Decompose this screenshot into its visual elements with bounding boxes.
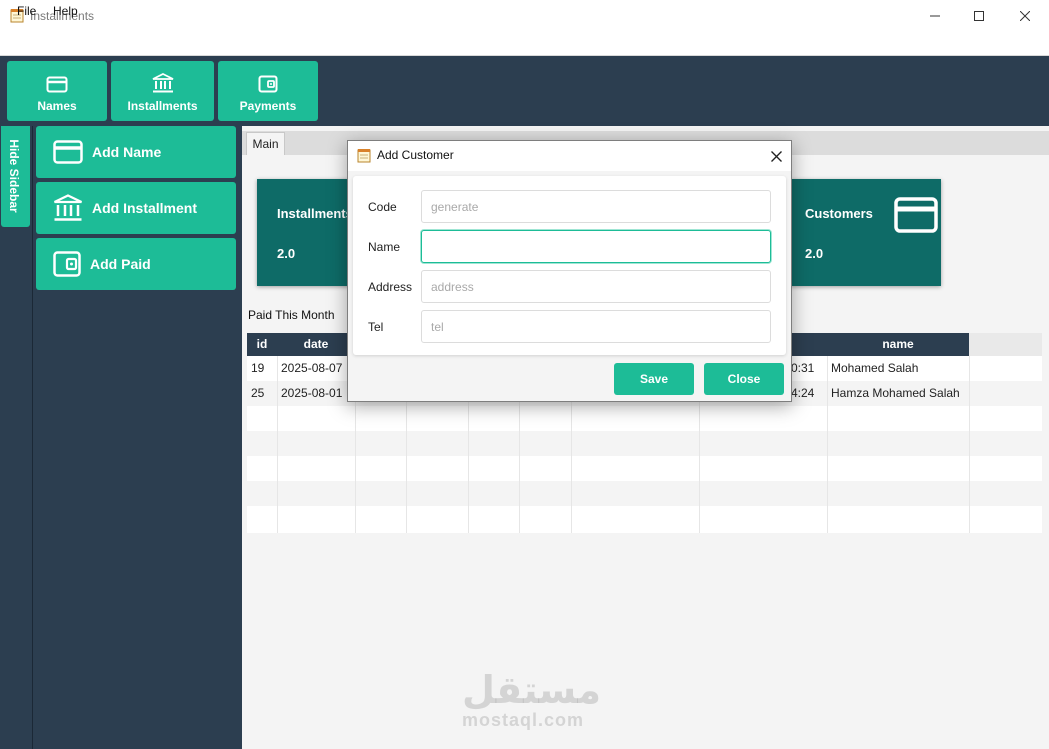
table-cell-time: 4:24 bbox=[791, 386, 815, 400]
table-row bbox=[247, 506, 1042, 531]
column-header-id[interactable]: id bbox=[247, 333, 277, 356]
section-title: Paid This Month bbox=[248, 308, 335, 322]
table-cell-date: 2025-08-07 bbox=[281, 361, 343, 375]
wallet-icon bbox=[258, 75, 278, 93]
table-cell-date: 2025-08-01 bbox=[281, 386, 343, 400]
menu-help[interactable]: Help bbox=[53, 4, 78, 18]
column-header-name[interactable]: name bbox=[827, 333, 969, 356]
nav-payments-label: Payments bbox=[239, 99, 297, 113]
nav-payments-button[interactable]: Payments bbox=[218, 61, 318, 121]
address-label: Address bbox=[368, 280, 413, 294]
window-titlebar bbox=[0, 0, 1049, 32]
table-cell-id: 19 bbox=[251, 361, 265, 375]
card-icon bbox=[53, 140, 83, 164]
wallet-icon bbox=[53, 251, 81, 277]
sidebar-item-add-installment[interactable]: Add Installment bbox=[36, 182, 236, 234]
sidebar-item-add-paid[interactable]: Add Paid bbox=[36, 238, 236, 290]
watermark-text: mostaql.com bbox=[462, 710, 585, 730]
minimize-button[interactable] bbox=[912, 0, 958, 32]
address-field[interactable] bbox=[421, 270, 771, 303]
bank-icon bbox=[152, 73, 173, 93]
table-cell-id: 25 bbox=[251, 386, 265, 400]
customers-stat-card: Customers 2.0 bbox=[790, 179, 941, 286]
card-icon bbox=[894, 197, 938, 233]
card-icon bbox=[46, 76, 68, 93]
code-field[interactable] bbox=[421, 190, 771, 223]
dialog-title: Add Customer bbox=[377, 148, 454, 162]
bank-icon bbox=[54, 194, 82, 221]
dialog-notepad-icon bbox=[357, 148, 371, 166]
name-field[interactable] bbox=[421, 230, 771, 263]
table-cell-name: Mohamed Salah bbox=[831, 361, 919, 375]
sidebar-item-label: Add Name bbox=[92, 144, 162, 160]
menu-bar bbox=[0, 32, 1049, 56]
sidebar-item-label: Add Paid bbox=[90, 256, 151, 272]
card-title: Customers bbox=[805, 206, 873, 221]
column-divider bbox=[969, 356, 970, 533]
card-title: Installments bbox=[277, 206, 352, 221]
nav-names-label: Names bbox=[37, 99, 77, 113]
sidebar-item-label: Add Installment bbox=[92, 200, 198, 216]
minimize-icon bbox=[930, 15, 940, 17]
nav-installments-label: Installments bbox=[127, 99, 198, 113]
tel-label: Tel bbox=[368, 320, 384, 334]
code-label: Code bbox=[368, 200, 397, 214]
save-button[interactable]: Save bbox=[614, 363, 694, 395]
sidebar-item-add-name[interactable]: Add Name bbox=[36, 126, 236, 178]
table-row bbox=[247, 456, 1042, 481]
tel-field[interactable] bbox=[421, 310, 771, 343]
dialog-close-button[interactable] bbox=[766, 146, 786, 166]
table-row bbox=[247, 481, 1042, 506]
column-header-filler bbox=[969, 333, 1042, 356]
installments-stat-card: Installments 2.0 bbox=[257, 179, 352, 286]
watermark-logo: مستقل bbox=[462, 668, 601, 712]
close-icon bbox=[770, 150, 782, 162]
hide-sidebar-label: Hide Sidebar bbox=[7, 139, 21, 213]
nav-names-button[interactable]: Names bbox=[7, 61, 107, 121]
close-button[interactable]: Close bbox=[704, 363, 784, 395]
nav-installments-button[interactable]: Installments bbox=[111, 61, 214, 121]
name-label: Name bbox=[368, 240, 401, 254]
table-row bbox=[247, 431, 1042, 456]
table-cell-time: 0:31 bbox=[791, 361, 815, 375]
close-icon bbox=[1020, 11, 1030, 21]
tab-main[interactable]: Main bbox=[246, 132, 285, 155]
card-value: 2.0 bbox=[805, 246, 824, 261]
card-value: 2.0 bbox=[277, 246, 296, 261]
close-window-button[interactable] bbox=[1002, 0, 1048, 32]
table-row bbox=[247, 406, 1042, 431]
maximize-icon bbox=[974, 11, 984, 21]
column-header-date[interactable]: date bbox=[277, 333, 355, 356]
maximize-button[interactable] bbox=[956, 0, 1002, 32]
menu-file[interactable]: File bbox=[17, 4, 36, 18]
table-cell-name: Hamza Mohamed Salah bbox=[831, 386, 960, 400]
